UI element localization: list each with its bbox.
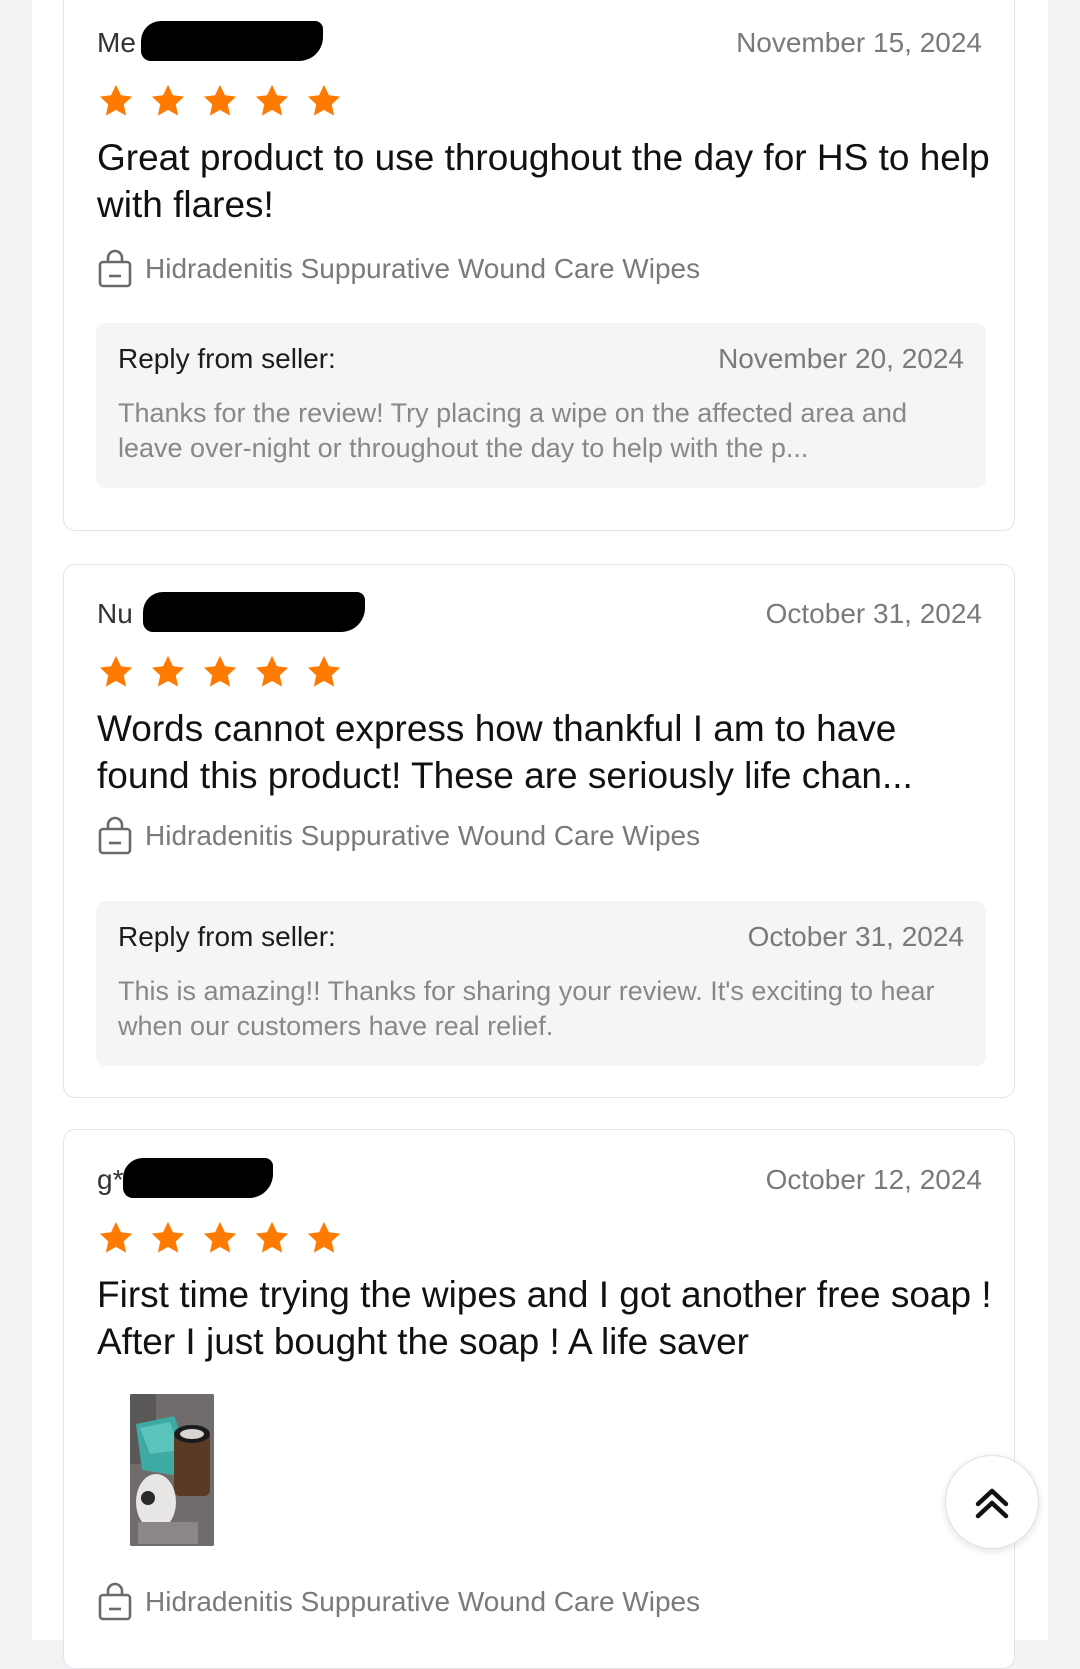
seller-reply[interactable]: Reply from seller: November 20, 2024 Tha… (96, 323, 986, 488)
shopping-bag-icon (98, 816, 132, 855)
review-title: Words cannot express how thankful I am t… (97, 708, 913, 796)
double-chevron-up-icon (975, 1488, 1009, 1519)
redaction-mark (143, 592, 365, 632)
review-photo[interactable] (130, 1394, 214, 1546)
star-icon (151, 84, 185, 116)
reviews-page: Me November 15, 2024 Great product to us… (32, 0, 1048, 1669)
star-icon (307, 655, 341, 687)
redaction-mark (141, 21, 323, 61)
product-name: Hidradenitis Suppurative Wound Care Wipe… (145, 820, 701, 851)
star-icon (307, 84, 341, 116)
review-date: November 15, 2024 (736, 27, 982, 58)
star-icon (203, 655, 237, 687)
reply-label: Reply from seller: (118, 343, 336, 374)
review-photo-image (130, 1394, 214, 1546)
shopping-bag-icon (98, 249, 132, 288)
star-rating (97, 653, 343, 693)
star-icon (99, 655, 133, 687)
star-icon (203, 84, 237, 116)
star-icon (255, 655, 289, 687)
review-title: Great product to use throughout the day … (97, 137, 990, 225)
product-name: Hidradenitis Suppurative Wound Care Wipe… (145, 253, 701, 284)
product-link[interactable]: Hidradenitis Suppurative Wound Care Wipe… (97, 249, 700, 289)
reply-text: This is amazing!! Thanks for sharing you… (118, 976, 935, 1041)
star-icon (151, 655, 185, 687)
product-name: Hidradenitis Suppurative Wound Care Wipe… (145, 1586, 701, 1617)
star-icon (151, 1221, 185, 1253)
reviewer-name: Nu (97, 598, 133, 629)
product-link[interactable]: Hidradenitis Suppurative Wound Care Wipe… (97, 816, 700, 856)
reply-date: October 31, 2024 (747, 921, 964, 952)
star-rating (97, 82, 343, 122)
review-header: g* October 12, 2024 (97, 1158, 982, 1204)
reply-date: November 20, 2024 (718, 343, 964, 374)
review-header: Nu October 31, 2024 (97, 592, 982, 638)
redaction-mark (123, 1158, 273, 1198)
shopping-bag-icon (98, 1582, 132, 1621)
star-icon (203, 1221, 237, 1253)
review-card: g* October 12, 2024 First time trying th… (63, 1129, 1015, 1669)
reply-text: Thanks for the review! Try placing a wip… (118, 398, 907, 463)
review-card: Me November 15, 2024 Great product to us… (63, 0, 1015, 531)
review-card: Nu October 31, 2024 Words cannot express… (63, 564, 1015, 1098)
review-header: Me November 15, 2024 (97, 21, 982, 67)
reviewer-name: g* (97, 1164, 124, 1195)
review-date: October 31, 2024 (765, 598, 982, 629)
reviewer-name: Me (97, 27, 136, 58)
star-icon (99, 84, 133, 116)
product-link[interactable]: Hidradenitis Suppurative Wound Care Wipe… (97, 1582, 700, 1622)
scroll-to-top-button[interactable] (945, 1455, 1039, 1549)
review-date: October 12, 2024 (765, 1164, 982, 1195)
reply-label: Reply from seller: (118, 921, 336, 952)
star-rating (97, 1219, 343, 1259)
star-icon (307, 1221, 341, 1253)
star-icon (99, 1221, 133, 1253)
review-title: First time trying the wipes and I got an… (97, 1274, 992, 1362)
star-icon (255, 84, 289, 116)
seller-reply[interactable]: Reply from seller: October 31, 2024 This… (96, 901, 986, 1066)
star-icon (255, 1221, 289, 1253)
